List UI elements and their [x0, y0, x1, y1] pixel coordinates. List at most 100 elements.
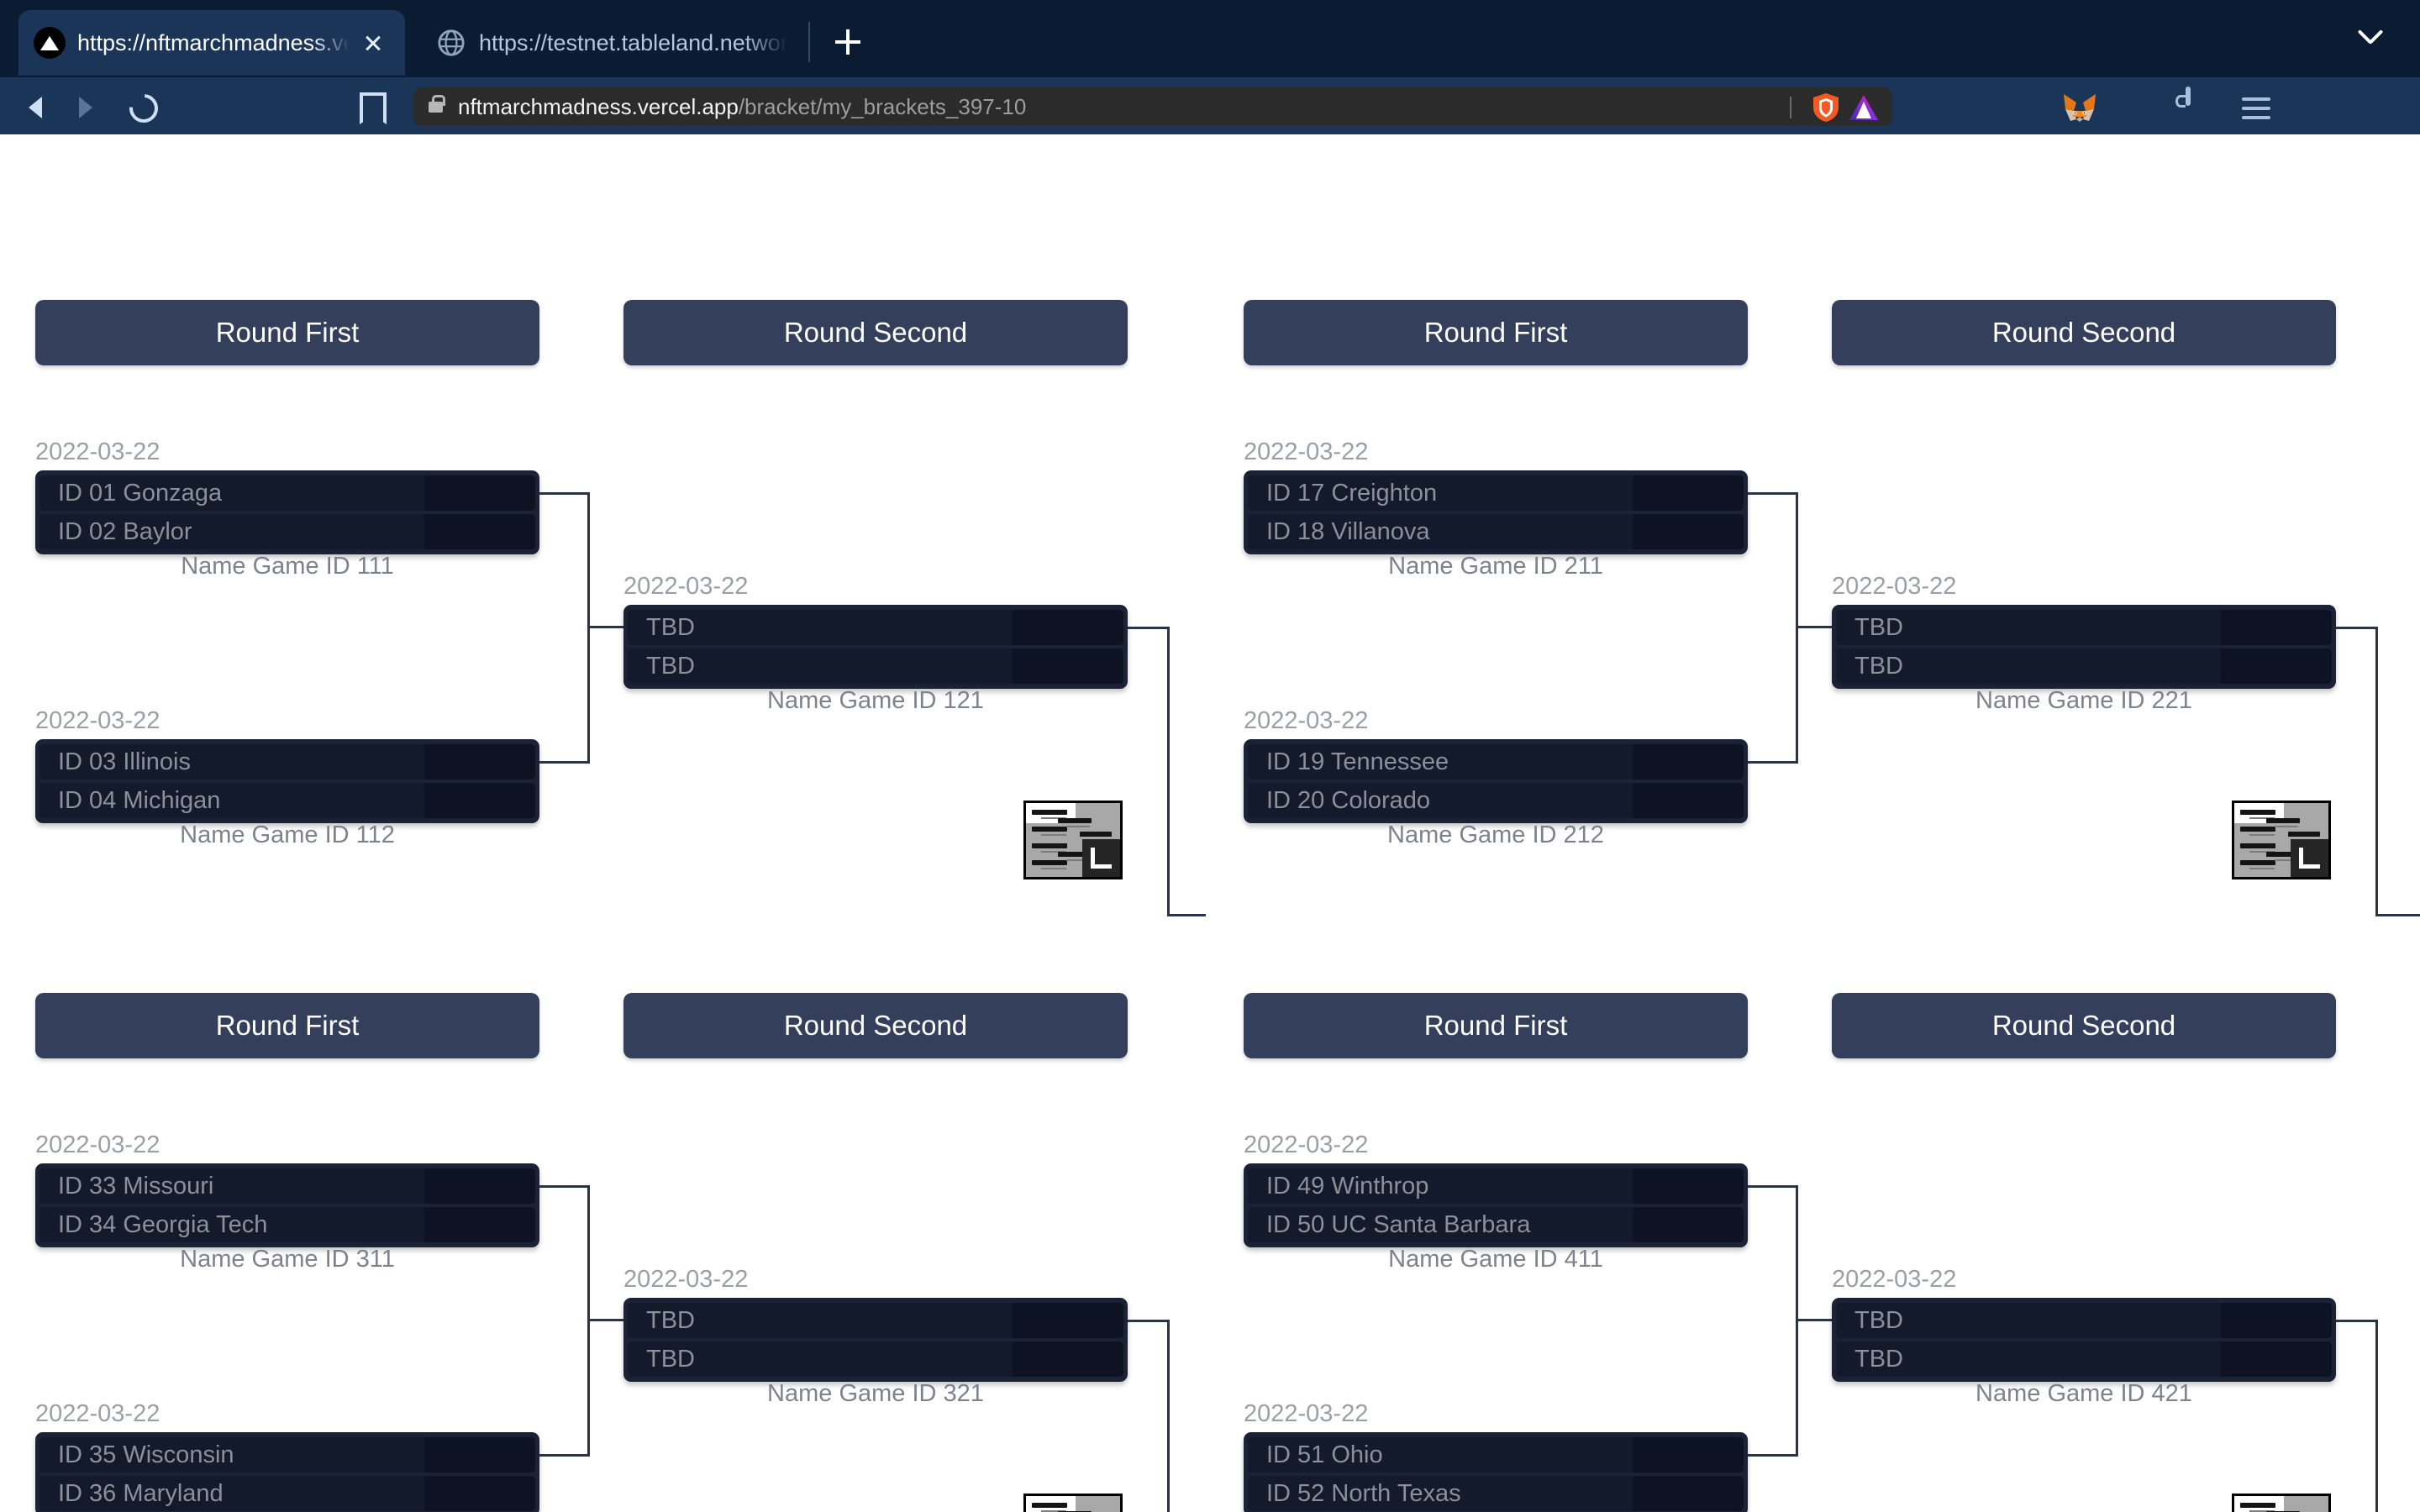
team-row[interactable]: ID 17 Creighton — [1248, 475, 1744, 511]
match-box[interactable]: ID 03 Illinois ID 04 Michigan — [35, 739, 539, 823]
match-box[interactable]: ID 01 Gonzaga ID 02 Baylor — [35, 470, 539, 554]
team-row[interactable]: ID 34 Georgia Tech — [39, 1207, 535, 1242]
team-name: TBD — [1854, 1345, 1903, 1373]
team-score — [424, 744, 535, 780]
connector-line — [1748, 1185, 1798, 1188]
team-row[interactable]: ID 51 Ohio — [1248, 1437, 1744, 1473]
browser-tab-active[interactable]: https://nftmarchmadness.verce — [18, 10, 405, 76]
match-box[interactable]: ID 17 Creighton ID 18 Villanova — [1244, 470, 1748, 554]
team-row[interactable]: ID 03 Illinois — [39, 744, 535, 780]
connector-line — [2375, 1320, 2378, 1512]
game-name: Name Game ID 411 — [1388, 1246, 1603, 1273]
connector-line — [1748, 761, 1798, 764]
team-score — [1633, 1207, 1744, 1242]
close-icon[interactable] — [356, 26, 390, 60]
connector-line — [539, 492, 590, 495]
team-row[interactable]: ID 18 Villanova — [1248, 514, 1744, 549]
game-date: 2022-03-22 — [1244, 1400, 1369, 1427]
match-box[interactable]: ID 19 Tennessee ID 20 Colorado — [1244, 739, 1748, 823]
match-box[interactable]: ID 33 Missouri ID 34 Georgia Tech — [35, 1163, 539, 1247]
team-row[interactable]: TBD — [1836, 610, 2332, 645]
bracket-thumbnail-bottom-left[interactable] — [1023, 1494, 1123, 1512]
bracket-thumbnail-top-right[interactable] — [2232, 801, 2331, 879]
chevron-down-icon[interactable] — [2356, 27, 2385, 55]
reload-icon[interactable] — [123, 88, 164, 129]
match-box[interactable]: ID 49 Winthrop ID 50 UC Santa Barbara — [1244, 1163, 1748, 1247]
bookmark-icon[interactable] — [360, 92, 387, 124]
match-box[interactable]: TBD TBD — [1832, 605, 2336, 689]
team-name: ID 36 Maryland — [58, 1479, 224, 1507]
team-score — [1633, 1168, 1744, 1204]
match-box[interactable]: ID 35 Wisconsin ID 36 Maryland — [35, 1432, 539, 1512]
team-row[interactable]: ID 02 Baylor — [39, 514, 535, 549]
connector-line — [1796, 626, 1833, 628]
match-box[interactable]: TBD TBD — [623, 1298, 1128, 1382]
brave-rewards-icon[interactable] — [1849, 94, 1879, 121]
game-date: 2022-03-22 — [1832, 1266, 1957, 1293]
team-row[interactable]: TBD — [1836, 648, 2332, 684]
team-row[interactable]: ID 20 Colorado — [1248, 783, 1744, 818]
round-header-first-top-left: Round First — [35, 300, 539, 365]
browser-menu-icon[interactable] — [2242, 97, 2281, 134]
team-score — [1633, 744, 1744, 780]
team-row[interactable]: ID 35 Wisconsin — [39, 1437, 535, 1473]
match-box[interactable]: ID 51 Ohio ID 52 North Texas — [1244, 1432, 1748, 1512]
browser-tab-inactive[interactable]: https://testnet.tableland.network/ta — [420, 10, 802, 76]
bracket-thumbnail-bottom-right[interactable] — [2232, 1494, 2331, 1512]
connector-line — [1128, 1320, 1170, 1322]
team-row[interactable]: ID 36 Maryland — [39, 1476, 535, 1511]
team-row[interactable]: TBD — [628, 1303, 1123, 1338]
connector-line — [587, 1319, 625, 1321]
team-score — [1633, 514, 1744, 549]
team-row[interactable]: ID 52 North Texas — [1248, 1476, 1744, 1511]
bracket-thumbnail-top-left[interactable] — [1023, 801, 1123, 879]
team-row[interactable]: TBD — [628, 648, 1123, 684]
navigation-bar: nftmarchmadness.vercel.app/bracket/my_br… — [0, 77, 2420, 134]
connector-line — [1167, 914, 1206, 916]
team-name: ID 33 Missouri — [58, 1172, 214, 1200]
extensions-puzzle-icon[interactable] — [2121, 89, 2160, 126]
new-tab-button[interactable] — [828, 22, 868, 62]
vercel-triangle-icon — [34, 27, 66, 59]
game-name: Name Game ID 311 — [180, 1246, 395, 1273]
team-name: ID 18 Villanova — [1266, 517, 1430, 545]
browser-tab-title: https://testnet.tableland.network/ta — [479, 29, 787, 55]
team-score — [1633, 475, 1744, 511]
team-row[interactable]: ID 04 Michigan — [39, 783, 535, 818]
game-date: 2022-03-22 — [623, 573, 749, 600]
address-bar[interactable]: nftmarchmadness.vercel.app/bracket/my_br… — [413, 87, 1892, 126]
metamask-icon[interactable] — [2060, 89, 2099, 126]
game-date: 2022-03-22 — [1832, 573, 1957, 600]
team-row[interactable]: TBD — [1836, 1303, 2332, 1338]
team-row[interactable]: ID 19 Tennessee — [1248, 744, 1744, 780]
team-row[interactable]: TBD — [1836, 1341, 2332, 1377]
team-score — [424, 475, 535, 511]
game-name: Name Game ID 111 — [181, 553, 394, 580]
team-row[interactable]: ID 50 UC Santa Barbara — [1248, 1207, 1744, 1242]
forward-icon[interactable] — [69, 89, 106, 126]
brave-shield-icon[interactable] — [1812, 92, 1840, 123]
team-name: ID 19 Tennessee — [1266, 748, 1449, 775]
match-box[interactable]: TBD TBD — [623, 605, 1128, 689]
team-row[interactable]: ID 01 Gonzaga — [39, 475, 535, 511]
team-score — [2221, 1341, 2332, 1377]
connector-line — [539, 761, 590, 764]
match-box[interactable]: TBD TBD — [1832, 1298, 2336, 1382]
game-name: Name Game ID 321 — [767, 1380, 984, 1407]
team-name: TBD — [1854, 652, 1903, 680]
team-row[interactable]: TBD — [628, 1341, 1123, 1377]
round-header-first-bottom-left: Round First — [35, 993, 539, 1058]
team-score — [1633, 1476, 1744, 1511]
wallet-icon[interactable] — [2181, 87, 2220, 126]
team-row[interactable]: TBD — [628, 610, 1123, 645]
connector-line — [539, 1185, 590, 1188]
game-name: Name Game ID 121 — [767, 687, 984, 714]
team-name: ID 20 Colorado — [1266, 786, 1431, 814]
round-header-second-top-right: Round Second — [1832, 300, 2336, 365]
game-date: 2022-03-22 — [35, 438, 160, 465]
game-name: Name Game ID 112 — [180, 822, 395, 848]
team-row[interactable]: ID 49 Winthrop — [1248, 1168, 1744, 1204]
back-icon[interactable] — [18, 89, 55, 126]
team-row[interactable]: ID 33 Missouri — [39, 1168, 535, 1204]
round-header-second-bottom-left: Round Second — [623, 993, 1128, 1058]
